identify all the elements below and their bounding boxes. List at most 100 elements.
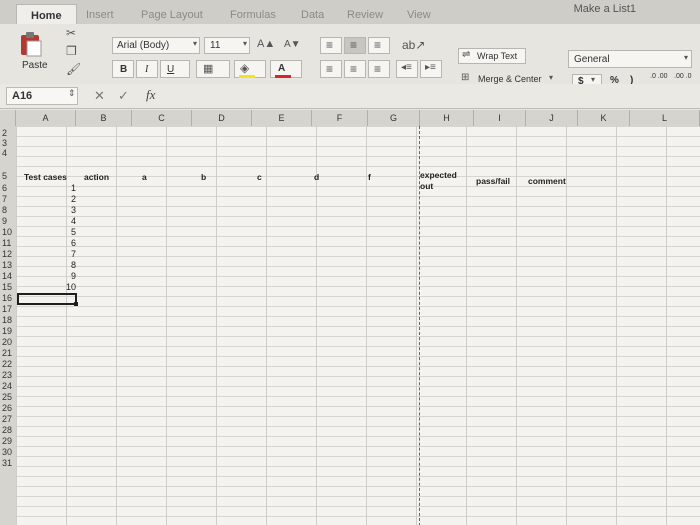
header-f[interactable]: f [368, 172, 371, 182]
row-header[interactable]: 22 [0, 359, 16, 369]
select-all-corner[interactable] [0, 110, 16, 126]
tab-review[interactable]: Review [347, 9, 383, 21]
header-c[interactable]: c [257, 172, 262, 182]
name-box-stepper-icon[interactable]: ⇕ [68, 88, 76, 99]
cell-area[interactable]: Test cases action a b c d f expected out… [16, 126, 700, 525]
fill-color-button[interactable]: ◈ [234, 60, 266, 78]
row-header[interactable]: 3 [0, 138, 16, 148]
column-header[interactable]: B [76, 110, 132, 126]
row-header[interactable]: 13 [0, 260, 16, 270]
row-header[interactable]: 14 [0, 271, 16, 281]
fill-handle[interactable] [74, 302, 78, 306]
test-case-number[interactable]: 4 [56, 216, 76, 226]
test-case-number[interactable]: 3 [56, 205, 76, 215]
column-header[interactable]: E [252, 110, 312, 126]
row-header[interactable]: 9 [0, 216, 16, 226]
align-middle-button[interactable]: ≡ [344, 37, 366, 54]
align-top-button[interactable]: ≡ [320, 37, 342, 54]
row-header[interactable]: 4 [0, 148, 16, 158]
tab-view[interactable]: View [407, 9, 431, 21]
row-header[interactable]: 7 [0, 194, 16, 204]
orientation-icon[interactable]: ab↗ [402, 38, 425, 52]
row-header[interactable]: 8 [0, 205, 16, 215]
row-header[interactable]: 5 [0, 171, 16, 181]
header-test-cases[interactable]: Test cases [24, 172, 67, 182]
decrease-indent-button[interactable]: ◂≡ [396, 60, 418, 78]
row-header[interactable]: 29 [0, 436, 16, 446]
row-header[interactable]: 16 [0, 293, 16, 303]
header-action[interactable]: action [84, 172, 109, 182]
test-case-number[interactable]: 5 [56, 227, 76, 237]
test-case-number[interactable]: 2 [56, 194, 76, 204]
header-d[interactable]: d [314, 172, 319, 182]
header-pass-fail[interactable]: pass/fail [476, 176, 510, 186]
row-header[interactable]: 21 [0, 348, 16, 358]
column-header[interactable]: J [526, 110, 578, 126]
selected-cell[interactable] [17, 293, 77, 305]
enter-icon[interactable]: ✓ [118, 88, 129, 104]
tab-data[interactable]: Data [301, 9, 324, 21]
align-bottom-button[interactable]: ≡ [368, 37, 390, 54]
row-header[interactable]: 2 [0, 128, 16, 138]
underline-button[interactable]: U [160, 60, 190, 78]
align-right-button[interactable]: ≡ [368, 60, 390, 78]
row-header[interactable]: 12 [0, 249, 16, 259]
decrease-font-icon[interactable]: A▼ [284, 39, 301, 50]
cancel-icon[interactable]: ✕ [94, 88, 105, 104]
number-format-dropdown[interactable]: General ▾ [568, 50, 692, 68]
tab-home[interactable]: Home [16, 4, 77, 24]
header-b[interactable]: b [201, 172, 206, 182]
column-header[interactable]: L [630, 110, 700, 126]
row-header[interactable]: 6 [0, 183, 16, 193]
column-header[interactable]: A [16, 110, 76, 126]
row-header[interactable]: 23 [0, 370, 16, 380]
column-header[interactable]: I [474, 110, 526, 126]
row-header[interactable]: 28 [0, 425, 16, 435]
tab-formulas[interactable]: Formulas [230, 9, 276, 21]
tab-page-layout[interactable]: Page Layout [141, 9, 203, 21]
row-header[interactable]: 18 [0, 315, 16, 325]
row-header[interactable]: 30 [0, 447, 16, 457]
column-header[interactable]: F [312, 110, 368, 126]
header-expected-line2[interactable]: out [420, 181, 433, 191]
italic-button[interactable]: I [136, 60, 158, 78]
test-case-number[interactable]: 1 [56, 183, 76, 193]
row-header[interactable]: 15 [0, 282, 16, 292]
row-header[interactable]: 24 [0, 381, 16, 391]
row-header[interactable]: 17 [0, 304, 16, 314]
align-center-button[interactable]: ≡ [344, 60, 366, 78]
row-header[interactable]: 10 [0, 227, 16, 237]
increase-decimal-button[interactable]: .0 .00 [650, 73, 668, 80]
paste-button[interactable] [18, 30, 44, 58]
row-header[interactable]: 20 [0, 337, 16, 347]
column-header[interactable]: K [578, 110, 630, 126]
column-header[interactable]: C [132, 110, 192, 126]
row-header[interactable]: 25 [0, 392, 16, 402]
test-case-number[interactable]: 7 [56, 249, 76, 259]
tab-insert[interactable]: Insert [86, 9, 114, 21]
row-header[interactable]: 11 [0, 238, 16, 248]
row-header[interactable]: 19 [0, 326, 16, 336]
font-name-dropdown[interactable]: Arial (Body) ▾ [112, 37, 200, 54]
format-painter-icon[interactable]: 🖌 [66, 62, 81, 76]
test-case-number[interactable]: 9 [56, 271, 76, 281]
bold-button[interactable]: B [112, 60, 134, 78]
increase-font-icon[interactable]: A▲ [257, 38, 275, 50]
copy-icon[interactable]: ❐ [66, 44, 77, 58]
align-left-button[interactable]: ≡ [320, 60, 342, 78]
row-header[interactable]: 31 [0, 458, 16, 468]
increase-indent-button[interactable]: ▸≡ [420, 60, 442, 78]
test-case-number[interactable]: 10 [56, 282, 76, 292]
cut-icon[interactable]: ✂ [66, 26, 76, 40]
row-header[interactable]: 26 [0, 403, 16, 413]
header-expected-line1[interactable]: expected [420, 170, 457, 180]
column-header[interactable]: H [420, 110, 474, 126]
test-case-number[interactable]: 6 [56, 238, 76, 248]
header-comment[interactable]: comment [528, 176, 566, 186]
borders-button[interactable]: ▦ [196, 60, 230, 78]
header-a[interactable]: a [142, 172, 147, 182]
test-case-number[interactable]: 8 [56, 260, 76, 270]
decrease-decimal-button[interactable]: .00 .0 [674, 73, 692, 80]
column-header[interactable]: G [368, 110, 420, 126]
font-color-button[interactable]: A [270, 60, 302, 78]
